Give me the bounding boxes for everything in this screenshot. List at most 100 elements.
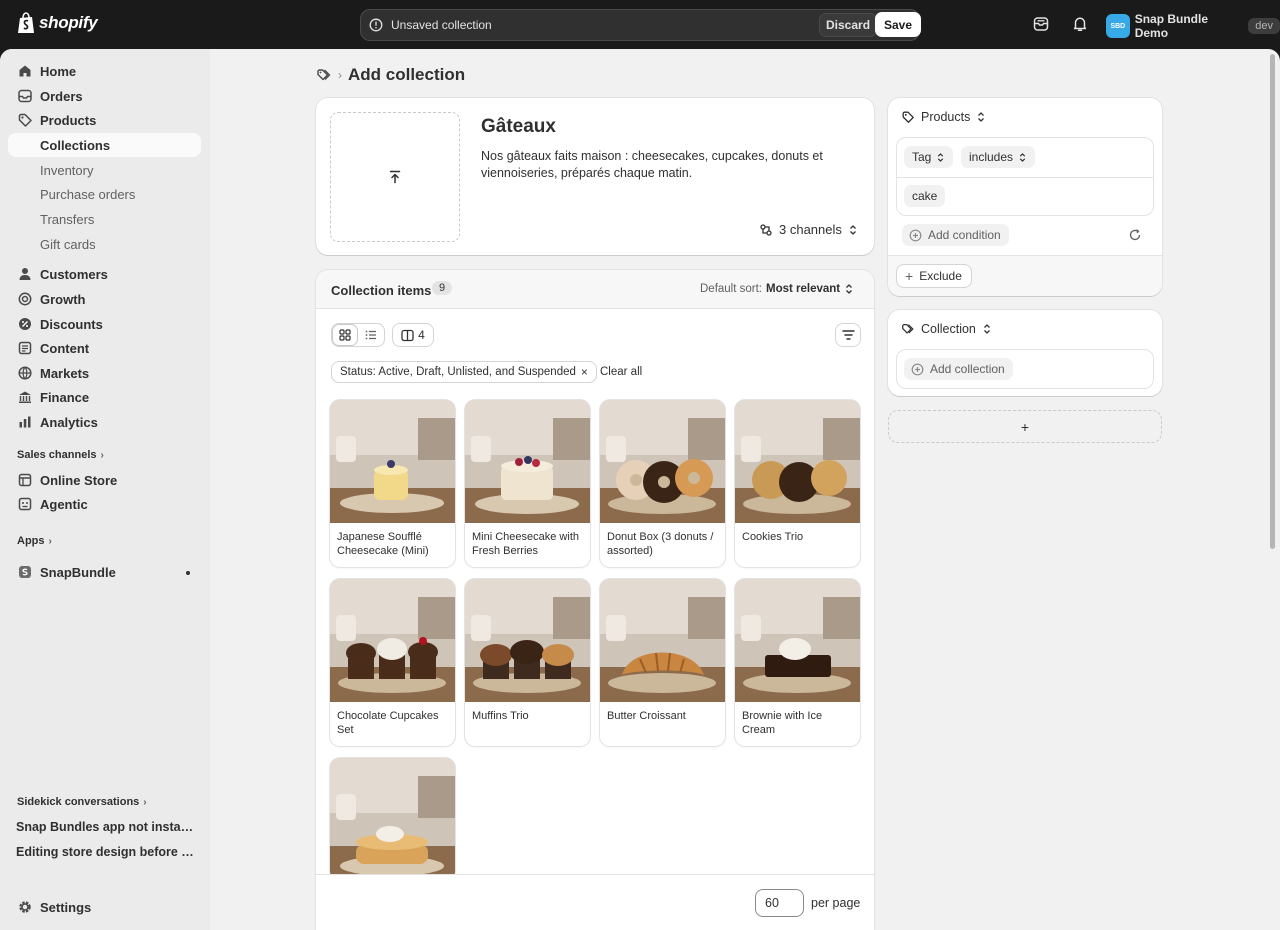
sidebar-item-label: Growth (40, 291, 86, 307)
collection-description-field[interactable]: Nos gâteaux faits maison : cheesecakes, … (481, 148, 841, 182)
chart-icon (19, 416, 31, 428)
product-card[interactable]: Japanese Soufflé Cheesecake (Mini) (330, 400, 455, 567)
condition-field-select[interactable]: Tag (904, 146, 954, 168)
sidebar-item-snapbundle[interactable]: SnapBundle (8, 560, 201, 584)
collection-title-field[interactable]: Gâteaux (481, 116, 556, 138)
discard-button[interactable]: Discard (819, 13, 878, 37)
image-upload-dropzone[interactable] (330, 112, 460, 242)
store-icon (18, 473, 32, 487)
tag-icon (902, 111, 914, 123)
content-icon (18, 341, 32, 355)
channels-selector[interactable]: 3 channels (759, 222, 858, 237)
chevron-up-down-icon (846, 284, 853, 294)
sidekick-title: Sidekick conversations (17, 796, 140, 808)
sidebar-item-label: Analytics (40, 414, 98, 430)
condition-field: Tag (912, 150, 932, 164)
status-filter-chip[interactable]: Status: Active, Draft, Unlisted, and Sus… (331, 361, 597, 383)
add-rule-group-button[interactable]: + (888, 410, 1162, 443)
bell-icon[interactable] (1071, 15, 1089, 33)
condition-operator-select[interactable]: includes (961, 146, 1036, 168)
per-page-input[interactable]: 60 (755, 889, 804, 917)
list-view-button[interactable] (358, 324, 384, 346)
sidekick-conversation[interactable]: Editing store design before lau... (16, 845, 196, 859)
shopify-wordmark: shopify (39, 13, 98, 32)
sales-channels-heading[interactable]: Sales channels › (17, 449, 104, 461)
columns-button[interactable]: 4 (392, 323, 434, 347)
sidebar-item-orders[interactable]: Orders (8, 84, 201, 108)
sidebar-item-settings[interactable]: Settings (8, 895, 201, 919)
product-card[interactable]: Cookies Trio (735, 400, 860, 567)
refresh-icon[interactable] (1128, 228, 1142, 242)
product-name: Chocolate Cupcakes Set (337, 710, 439, 736)
apps-heading[interactable]: Apps › (17, 535, 52, 547)
view-toggle (331, 323, 385, 347)
add-collection-button[interactable]: Add collection (904, 358, 1013, 380)
shopify-logo[interactable]: shopify (17, 12, 98, 34)
filter-button[interactable] (835, 323, 861, 347)
plus-circle-icon (909, 229, 922, 241)
sidebar-item-customers[interactable]: Customers (8, 262, 201, 286)
sidekick-conversation[interactable]: Snap Bundles app not installed (16, 820, 196, 834)
save-button[interactable]: Save (875, 12, 922, 37)
store-switcher[interactable]: SBD Snap Bundle Demo dev (1106, 12, 1280, 40)
sidebar-item-markets[interactable]: Markets (8, 361, 201, 385)
sidebar-item-content[interactable]: Content (8, 336, 201, 360)
sidebar-item-gift-cards[interactable]: Gift cards (40, 237, 96, 252)
condition-value-tag[interactable]: cake (904, 185, 946, 207)
sidebar-item-collections[interactable]: Collections (8, 133, 201, 157)
sidebar-item-label: Orders (40, 88, 83, 104)
sort-selector[interactable]: Default sort: Most relevant (700, 283, 854, 295)
product-name: Cookies Trio (742, 531, 804, 543)
product-card[interactable]: Muffins Trio (465, 579, 590, 746)
discount-icon (19, 318, 31, 330)
inbox-tray-icon[interactable] (1032, 15, 1050, 33)
sidebar-item-inventory[interactable]: Inventory (40, 163, 93, 178)
sidebar-item-analytics[interactable]: Analytics (8, 410, 201, 434)
plus-circle-icon (911, 363, 924, 375)
home-icon (19, 65, 31, 77)
exclude-button[interactable]: + Exclude (896, 264, 972, 288)
upload-icon (389, 170, 401, 184)
sales-channels-title: Sales channels (17, 449, 97, 461)
products-rule-type-selector[interactable]: Products (901, 110, 986, 124)
sidebar-item-purchase-orders[interactable]: Purchase orders (40, 187, 135, 202)
collection-tags-icon[interactable] (316, 67, 332, 83)
products-rules-card: Products Tag includes cake Add condition… (888, 98, 1162, 296)
product-card[interactable]: Brownie with Ice Cream (735, 579, 860, 746)
sidebar-item-label: Agentic (40, 496, 88, 512)
product-card[interactable]: Chocolate Cupcakes Set (330, 579, 455, 746)
sidebar-item-discounts[interactable]: Discounts (8, 312, 201, 336)
sidebar-item-online-store[interactable]: Online Store (8, 468, 201, 492)
chevron-right-icon: › (48, 535, 52, 547)
filter-chip-label: Status: Active, Draft, Unlisted, and Sus… (340, 366, 576, 378)
tag-icon (18, 113, 32, 127)
top-bar: shopify Unsaved collection Discard Save … (0, 0, 1280, 49)
sidebar-item-transfers[interactable]: Transfers (40, 212, 94, 227)
sidebar-item-label: Collections (40, 137, 111, 153)
collection-rule-type-selector[interactable]: Collection (901, 322, 992, 336)
collection-condition-box: Add collection (896, 349, 1154, 389)
sidebar-item-home[interactable]: Home (8, 59, 201, 83)
product-card[interactable]: Donut Box (3 donuts / assorted) (600, 400, 725, 567)
sidebar-item-products[interactable]: Products (8, 108, 201, 132)
grid-view-button[interactable] (332, 324, 358, 346)
sidekick-heading[interactable]: Sidekick conversations › (17, 796, 147, 808)
plus-icon: + (905, 268, 914, 284)
sidebar-item-finance[interactable]: Finance (8, 385, 201, 409)
close-icon[interactable]: × (581, 365, 588, 379)
divider (897, 177, 1153, 178)
clear-all-link[interactable]: Clear all (600, 366, 642, 378)
product-card[interactable]: Mini Cheesecake with Fresh Berries (465, 400, 590, 567)
product-card[interactable] (330, 758, 455, 881)
add-condition-button[interactable]: Add condition (902, 224, 1009, 246)
sidebar-item-agentic[interactable]: Agentic (8, 492, 201, 516)
sidebar-item-growth[interactable]: Growth (8, 287, 201, 311)
grid-icon (339, 329, 351, 341)
product-card[interactable]: Butter Croissant (600, 579, 725, 746)
agent-icon (18, 497, 32, 511)
unsaved-message: Unsaved collection (391, 18, 492, 32)
page-scrollbar[interactable] (1270, 54, 1275, 549)
app-menu-dot[interactable] (186, 571, 190, 575)
sidebar-item-label: Discounts (40, 316, 103, 332)
sidebar-item-label: Content (40, 340, 90, 356)
